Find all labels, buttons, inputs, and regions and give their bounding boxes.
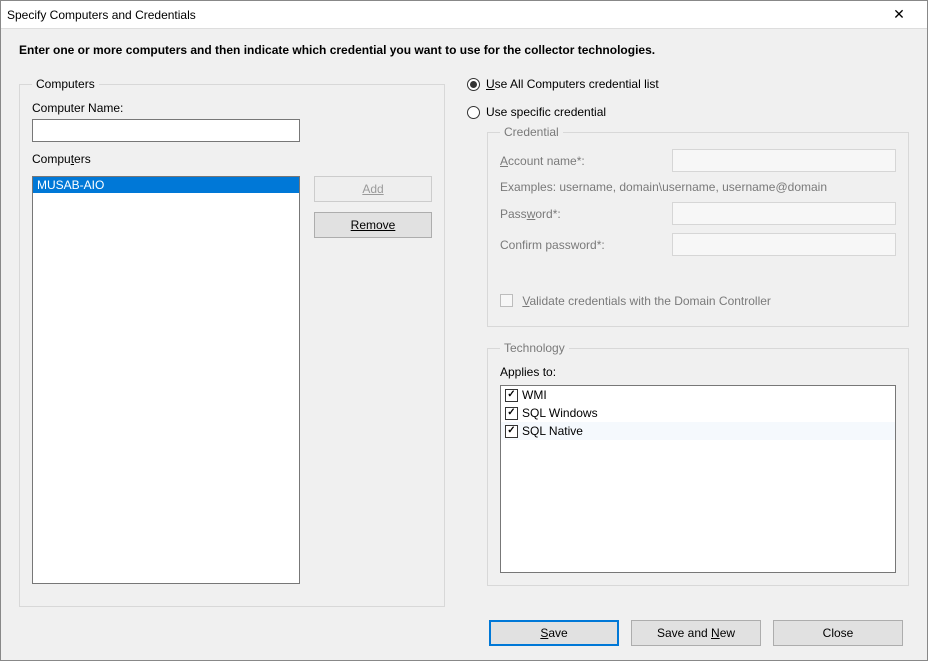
add-button: Add [314,176,432,202]
list-and-buttons: MUSAB-AIO Add Remove [32,176,432,584]
computer-name-input[interactable] [32,119,300,142]
titlebar: Specify Computers and Credentials ✕ [1,1,927,29]
radio-specific-label: Use specific credential [486,105,606,119]
content-area: Enter one or more computers and then ind… [1,29,927,660]
password-label: Password*: [500,207,672,221]
savenew-pre: Save and [657,626,711,640]
validate-row: Validate credentials with the Domain Con… [500,294,896,308]
computers-group: Computers Computer Name: Computers MUSAB… [19,77,445,607]
radio-icon-selected [467,78,480,91]
tech-label-text: WMI [522,388,547,402]
computers-listbox[interactable]: MUSAB-AIO [32,176,300,584]
save-and-new-button[interactable]: Save and New [631,620,761,646]
savenew-post: ew [720,626,735,640]
credential-group: Credential Account name*: Examples: user… [487,125,909,327]
columns: Computers Computer Name: Computers MUSAB… [19,77,909,607]
right-column: Use All Computers credential list Use sp… [467,77,909,607]
examples-text: Examples: username, domain\username, use… [500,180,896,194]
dialog-buttons: Save Save and New Close [489,620,903,646]
computer-name-label: Computer Name: [32,101,432,115]
left-column: Computers Computer Name: Computers MUSAB… [19,77,443,607]
remove-button-label: Remove [351,218,396,232]
password-input [672,202,896,225]
validate-checkbox [500,294,513,307]
tech-label-text: SQL Native [522,424,583,438]
tech-row[interactable]: SQL Windows [501,404,895,422]
window-title: Specify Computers and Credentials [7,8,879,22]
radio-icon-unselected [467,106,480,119]
computers-list-label: Computers [32,152,432,166]
close-icon[interactable]: ✕ [879,1,919,29]
confirm-label: Confirm password*: [500,238,672,252]
close-label: Close [823,626,854,640]
radio-specific[interactable]: Use specific credential [467,105,909,119]
radio-all-label: Use All Computers credential list [486,77,659,91]
credential-grid: Account name*: Examples: username, domai… [500,149,896,308]
checkbox-icon[interactable] [505,389,518,402]
technology-list[interactable]: WMI SQL Windows SQL Native [500,385,896,573]
save-rest: ave [548,626,567,640]
savenew-u: N [711,626,720,640]
applies-label: Applies to: [500,365,896,379]
credential-legend: Credential [500,125,563,139]
tech-row[interactable]: SQL Native [501,422,895,440]
technology-legend: Technology [500,341,569,355]
list-buttons: Add Remove [314,176,432,584]
validate-label: Validate credentials with the Domain Con… [522,294,771,308]
radio-all[interactable]: Use All Computers credential list [467,77,909,91]
save-button[interactable]: Save [489,620,619,646]
add-button-label: Add [362,182,383,196]
account-label: Account name*: [500,154,672,168]
confirm-input [672,233,896,256]
instruction-text: Enter one or more computers and then ind… [19,43,909,57]
checkbox-icon[interactable] [505,407,518,420]
computer-name-label-text: Computer Name: [32,101,123,115]
list-item[interactable]: MUSAB-AIO [33,177,299,193]
checkbox-icon[interactable] [505,425,518,438]
remove-button[interactable]: Remove [314,212,432,238]
tech-label-text: SQL Windows [522,406,598,420]
tech-row[interactable]: WMI [501,386,895,404]
close-button[interactable]: Close [773,620,903,646]
account-input [672,149,896,172]
technology-group: Technology Applies to: WMI SQL Windows [487,341,909,586]
computers-legend: Computers [32,77,99,91]
dialog-window: Specify Computers and Credentials ✕ Ente… [0,0,928,661]
